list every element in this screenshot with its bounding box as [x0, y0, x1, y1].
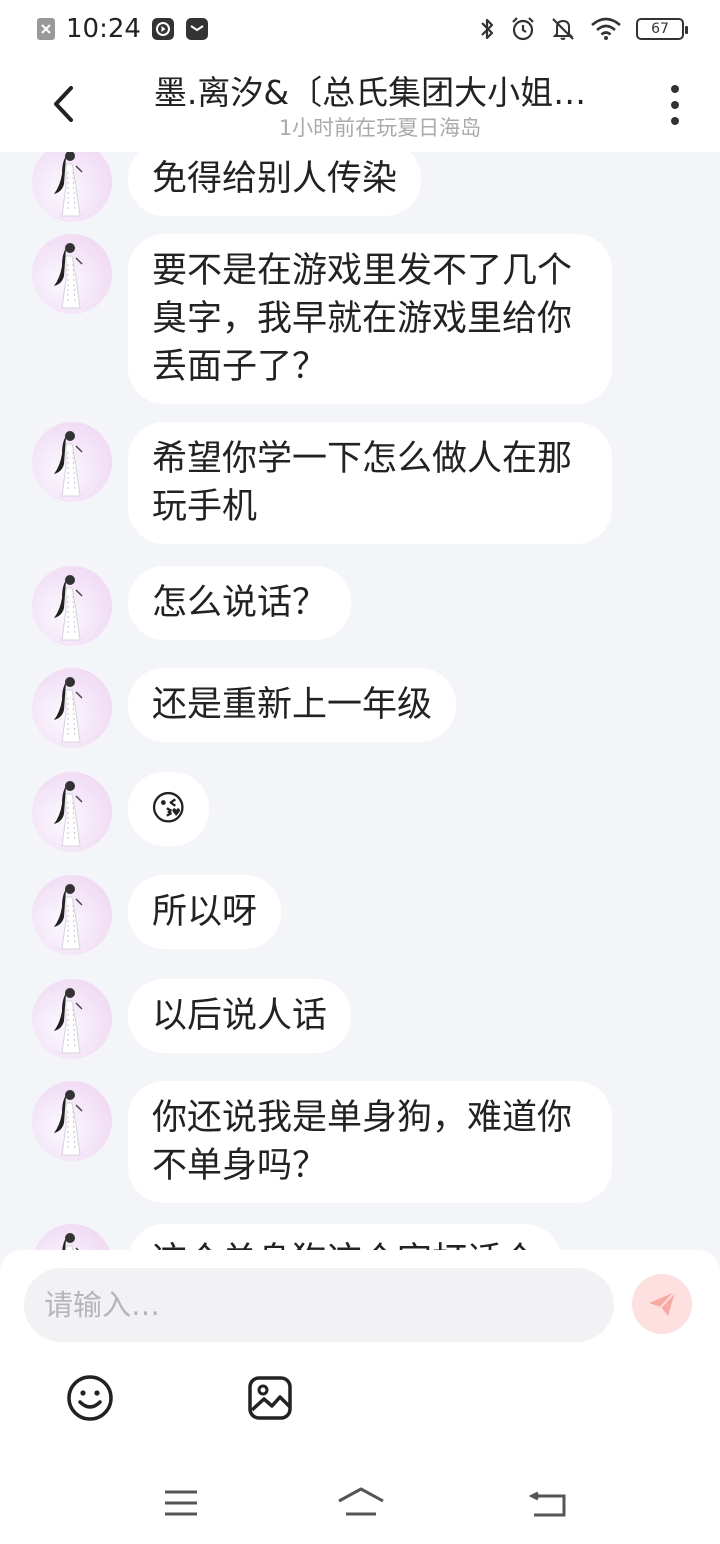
message-input[interactable] [24, 1268, 614, 1342]
send-icon [649, 1291, 676, 1316]
avatar[interactable] [32, 772, 112, 852]
image-icon [248, 1376, 292, 1420]
avatar-figure [62, 1233, 80, 1250]
chevron-left-icon [54, 86, 73, 122]
message-bubble[interactable]: 免得给别人传染 [128, 152, 422, 216]
message-row: 怎么说话？ [32, 566, 352, 646]
message-row: 😘 [32, 772, 209, 852]
alarm-icon [510, 16, 536, 42]
message-row: 所以呀 [32, 875, 282, 955]
message-row: 还是重新上一年级 [32, 668, 457, 748]
emoji-bubble[interactable]: 😘 [128, 772, 209, 846]
close-box-icon [36, 17, 56, 41]
wifi-icon [590, 17, 622, 41]
menu-nav-button[interactable] [161, 1486, 201, 1520]
avatar-figure [54, 677, 83, 743]
mail-icon [185, 17, 209, 41]
mute-icon [550, 16, 576, 42]
dot [671, 117, 679, 125]
avatar-figure [54, 884, 83, 950]
image-button[interactable] [246, 1374, 294, 1422]
message-bubble[interactable]: 要不是在游戏里发不了几个臭字，我早就在游戏里给你丢面子了？ [128, 234, 612, 404]
home-nav-button[interactable] [336, 1486, 386, 1520]
avatar[interactable] [32, 668, 112, 748]
avatar[interactable] [32, 1224, 112, 1250]
avatar-figure [54, 431, 83, 497]
message-row: 希望你学一下怎么做人在那玩手机 [32, 422, 612, 544]
avatar[interactable] [32, 566, 112, 646]
avatar[interactable] [32, 234, 112, 314]
message-bubble[interactable]: 你还说我是单身狗，难道你不单身吗？ [128, 1081, 612, 1203]
avatar[interactable] [32, 1081, 112, 1161]
avatar-figure [54, 575, 83, 641]
avatar-figure [54, 1090, 83, 1156]
avatar-figure [54, 781, 83, 847]
play-box-icon [151, 17, 175, 41]
send-button[interactable] [632, 1274, 692, 1334]
status-right: 67 [478, 16, 688, 42]
message-list[interactable]: 免得给别人传染 要不是在游戏里发不了几个臭字，我早就在游戏里给你丢面子了？ 希望… [0, 152, 720, 1250]
avatar[interactable] [32, 875, 112, 955]
smiley-icon [67, 1375, 113, 1421]
message-bubble[interactable]: 怎么说话？ [128, 566, 352, 640]
message-row: 免得给别人传染 [32, 152, 422, 222]
status-time: 10:24 [66, 14, 141, 44]
message-bubble[interactable]: 这个单身狗这个字打话个 [128, 1224, 562, 1250]
message-row: 这个单身狗这个字打话个 [32, 1224, 562, 1250]
dot [671, 85, 679, 93]
system-nav-bar [0, 1476, 720, 1530]
message-bubble[interactable]: 以后说人话 [128, 979, 352, 1053]
message-bubble[interactable]: 希望你学一下怎么做人在那玩手机 [128, 422, 612, 544]
bluetooth-icon [478, 16, 496, 42]
avatar[interactable] [32, 152, 112, 222]
battery-icon: 67 [636, 18, 688, 40]
status-bar: 10:24 67 [0, 0, 720, 58]
message-row: 以后说人话 [32, 979, 352, 1059]
menu-icon [165, 1490, 197, 1516]
return-icon [528, 1491, 566, 1517]
avatar[interactable] [32, 979, 112, 1059]
avatar-figure [54, 243, 83, 309]
emoji-button[interactable] [66, 1374, 114, 1422]
status-left: 10:24 [36, 14, 209, 44]
message-row: 你还说我是单身狗，难道你不单身吗？ [32, 1081, 612, 1203]
home-icon [338, 1487, 384, 1516]
dot [671, 101, 679, 109]
chat-header: 墨.离汐&〔总氏集团大小姐… 1小时前在玩夏日海岛 [0, 58, 720, 152]
chat-title: 墨.离汐&〔总氏集团大小姐… [153, 73, 587, 112]
message-row: 要不是在游戏里发不了几个臭字，我早就在游戏里给你丢面子了？ [32, 234, 612, 404]
message-bubble[interactable]: 所以呀 [128, 875, 282, 949]
back-nav-button[interactable] [528, 1486, 568, 1520]
more-options-button[interactable] [660, 82, 690, 128]
message-bubble[interactable]: 还是重新上一年级 [128, 668, 457, 742]
back-button[interactable] [44, 80, 84, 128]
avatar[interactable] [32, 422, 112, 502]
chat-subtitle: 1小时前在玩夏日海岛 [278, 116, 482, 140]
avatar-figure [54, 152, 83, 217]
avatar-figure [54, 988, 83, 1054]
